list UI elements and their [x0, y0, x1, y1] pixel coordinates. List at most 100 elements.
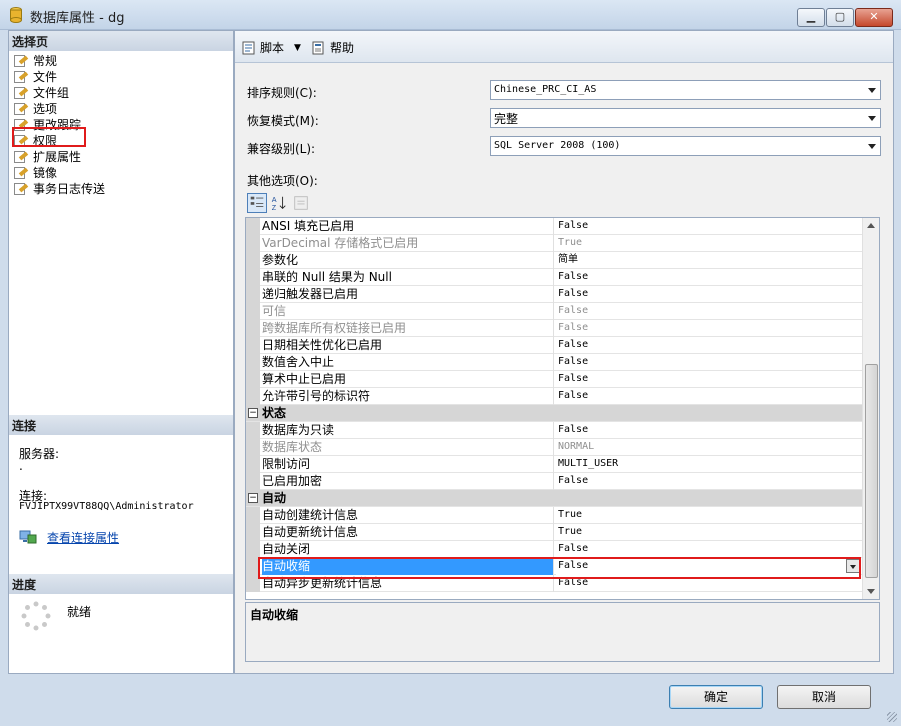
scroll-down-icon[interactable] — [867, 589, 875, 594]
collation-value: Chinese_PRC_CI_AS — [494, 84, 597, 95]
property-grid: ANSI 填充已启用 False VarDecimal 存储格式已启用 True 参数化… — [245, 217, 880, 600]
alphabetical-button[interactable]: A Z — [269, 193, 289, 213]
property-value[interactable]: True — [556, 524, 861, 541]
row-gutter — [246, 337, 260, 354]
grid-property-row[interactable]: 串联的 Null 结果为 Null False — [246, 269, 862, 286]
grid-property-row[interactable]: 自动创建统计信息 True — [246, 507, 862, 524]
row-gutter — [246, 388, 260, 405]
property-pages-icon — [294, 196, 308, 210]
description-title: 自动收缩 — [250, 608, 299, 622]
grid-property-row[interactable]: 跨数据库所有权链接已启用 False — [246, 320, 862, 337]
property-value[interactable]: True — [556, 507, 861, 524]
connection-value: FVJIPTX99VT88QQ\Administrator — [19, 501, 194, 512]
page-icon — [13, 150, 29, 164]
grid-property-row[interactable]: 数据库状态 NORMAL — [246, 439, 862, 456]
maximize-button[interactable]: ▢ — [826, 8, 854, 27]
dialog-footer: 确定 取消 — [0, 674, 901, 726]
property-name: 跨数据库所有权链接已启用 — [262, 320, 554, 337]
property-value: True — [558, 237, 583, 248]
row-gutter — [246, 218, 260, 235]
grid-property-row[interactable]: 自动更新统计信息 True — [246, 524, 862, 541]
grid-property-row[interactable]: VarDecimal 存储格式已启用 True — [246, 235, 862, 252]
nav-item-general[interactable]: 常规 — [13, 53, 231, 69]
help-button[interactable]: 帮助 — [311, 39, 354, 56]
connection-header: 连接 — [9, 415, 233, 435]
property-value[interactable]: False — [556, 388, 861, 405]
property-value[interactable]: MULTI_USER — [556, 456, 861, 473]
grid-category-row[interactable]: − 自动 — [246, 490, 862, 507]
property-value[interactable]: False — [556, 218, 861, 235]
categorized-button[interactable] — [247, 193, 267, 213]
property-value[interactable]: 简单 — [556, 252, 861, 269]
row-gutter — [246, 422, 260, 439]
close-button[interactable]: ✕ — [855, 8, 893, 27]
compat-value: SQL Server 2008 (100) — [494, 140, 621, 151]
grid-property-row[interactable]: 日期相关性优化已启用 False — [246, 337, 862, 354]
property-value: False — [558, 322, 589, 333]
view-connection-properties-link[interactable]: 查看连接属性 — [47, 529, 119, 546]
property-value[interactable]: False — [556, 473, 861, 490]
collapse-icon[interactable]: − — [248, 408, 258, 418]
property-name: 算术中止已启用 — [262, 371, 554, 388]
property-name: 自动更新统计信息 — [262, 524, 554, 541]
nav-item-filegroups[interactable]: 文件组 — [13, 85, 231, 101]
grid-category-row[interactable]: − 状态 — [246, 405, 862, 422]
grid-property-row[interactable]: ANSI 填充已启用 False — [246, 218, 862, 235]
compat-label: 兼容级别(L): — [247, 142, 316, 156]
property-name: 参数化 — [262, 252, 554, 269]
nav-item-label: 镜像 — [33, 166, 58, 180]
collapse-icon[interactable]: − — [248, 493, 258, 503]
chevron-down-icon[interactable]: ▼ — [294, 43, 301, 53]
minimize-button[interactable]: ▁ — [797, 8, 825, 27]
property-name: 可信 — [262, 303, 554, 320]
nav-item-extended-properties[interactable]: 扩展属性 — [13, 149, 231, 165]
grid-property-row[interactable]: 递归触发器已启用 False — [246, 286, 862, 303]
nav-item-log-shipping[interactable]: 事务日志传送 — [13, 181, 231, 197]
grid-property-row[interactable]: 允许带引号的标识符 False — [246, 388, 862, 405]
ok-button[interactable]: 确定 — [669, 685, 763, 709]
row-gutter — [246, 252, 260, 269]
grid-property-row[interactable]: 可信 False — [246, 303, 862, 320]
svg-text:Z: Z — [272, 203, 277, 212]
grid-property-row[interactable]: 数值舍入中止 False — [246, 354, 862, 371]
property-value[interactable]: False — [556, 337, 861, 354]
chevron-down-icon — [868, 116, 876, 121]
grid-property-row[interactable]: 限制访问 MULTI_USER — [246, 456, 862, 473]
property-pages-button[interactable] — [291, 193, 311, 213]
nav-item-options[interactable]: 选项 — [13, 101, 231, 117]
grid-property-row[interactable]: 已启用加密 False — [246, 473, 862, 490]
collation-label: 排序规则(C): — [247, 86, 317, 100]
categorized-icon — [250, 196, 264, 208]
compat-combo[interactable]: SQL Server 2008 (100) — [490, 136, 881, 156]
selected-row-highlight — [258, 557, 861, 579]
script-label: 脚本 — [260, 41, 285, 55]
scroll-up-icon[interactable] — [867, 223, 875, 228]
property-value[interactable]: False — [556, 371, 861, 388]
help-icon — [312, 41, 324, 54]
collation-combo[interactable]: Chinese_PRC_CI_AS — [490, 80, 881, 100]
grid-property-row[interactable]: 参数化 简单 — [246, 252, 862, 269]
scroll-thumb[interactable] — [865, 364, 878, 578]
nav-item-label: 事务日志传送 — [33, 182, 106, 196]
property-value[interactable]: False — [556, 286, 861, 303]
property-value[interactable]: False — [556, 354, 861, 371]
server-value: . — [19, 459, 23, 473]
script-button[interactable]: 脚本 ▼ — [241, 39, 301, 56]
row-gutter — [246, 524, 260, 541]
resize-grip[interactable] — [887, 712, 897, 722]
property-value[interactable]: False — [556, 422, 861, 439]
recovery-combo[interactable]: 完整 — [490, 108, 881, 128]
grid-property-row[interactable]: 数据库为只读 False — [246, 422, 862, 439]
property-name: 递归触发器已启用 — [262, 286, 554, 303]
property-name: 日期相关性优化已启用 — [262, 337, 554, 354]
row-gutter — [246, 541, 260, 558]
cancel-button[interactable]: 取消 — [777, 685, 871, 709]
grid-property-row[interactable]: 算术中止已启用 False — [246, 371, 862, 388]
property-value[interactable]: False — [556, 541, 861, 558]
grid-scrollbar[interactable] — [862, 218, 879, 599]
property-name: 已启用加密 — [262, 473, 554, 490]
nav-item-files[interactable]: 文件 — [13, 69, 231, 85]
nav-item-mirroring[interactable]: 镜像 — [13, 165, 231, 181]
property-value[interactable]: False — [556, 269, 861, 286]
grid-property-row[interactable]: 自动关闭 False — [246, 541, 862, 558]
